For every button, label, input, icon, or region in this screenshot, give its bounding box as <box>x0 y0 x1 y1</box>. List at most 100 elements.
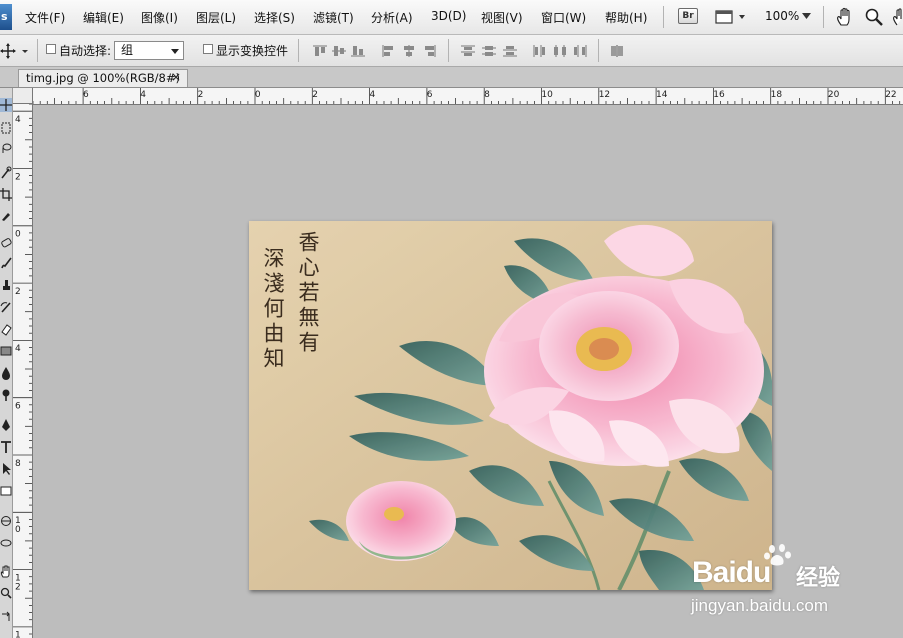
blur-tool-icon[interactable] <box>0 366 12 380</box>
bridge-button[interactable]: Br <box>678 8 698 24</box>
menu-separator <box>663 6 664 28</box>
menu-edit[interactable]: 编辑(E) <box>83 9 124 26</box>
lasso-tool-icon[interactable] <box>0 141 12 155</box>
watermark-url: jingyan.baidu.com <box>691 596 829 615</box>
distribute-bottom-icon[interactable] <box>502 44 518 58</box>
distribute-top-icon[interactable] <box>460 44 476 58</box>
align-vcenter-icon[interactable] <box>331 44 347 58</box>
options-separator <box>298 39 299 62</box>
vertical-ruler[interactable]: 420246810121 <box>13 104 33 638</box>
distribute-right-icon[interactable] <box>572 44 588 58</box>
horizontal-ruler[interactable]: 6 4 2 0 2 4 6 8 10 12 14 16 18 20 22 <box>33 88 903 105</box>
menu-window[interactable]: 窗口(W) <box>541 9 586 26</box>
zoom-tool-icon[interactable] <box>864 7 884 27</box>
marquee-tool-icon[interactable] <box>0 121 12 135</box>
screen-mode-button[interactable] <box>712 6 748 28</box>
auto-select-dropdown[interactable]: 组 <box>114 41 184 60</box>
zoom-level[interactable]: 100% <box>765 9 799 23</box>
ruler-label: 0 <box>255 90 261 100</box>
quick-selection-tool-icon[interactable] <box>0 166 12 180</box>
document-tab[interactable]: timg.jpg @ 100%(RGB/8#) × <box>18 69 188 87</box>
ruler-label: 4 <box>15 115 21 125</box>
swap-colors-icon[interactable] <box>0 610 12 624</box>
ruler-label: 18 <box>771 90 783 100</box>
distribute-vcenter-icon[interactable] <box>481 44 497 58</box>
ruler-label: 4 <box>15 344 21 354</box>
show-transform-checkbox[interactable] <box>203 44 213 54</box>
hand-icon[interactable] <box>0 564 12 578</box>
auto-align-layers-icon[interactable] <box>609 44 625 58</box>
eyedropper-tool-icon[interactable] <box>0 208 12 222</box>
ruler-label: 2 <box>15 172 21 182</box>
type-tool-icon[interactable] <box>0 440 12 454</box>
3d-rotate-tool-icon[interactable] <box>0 514 12 528</box>
photoshop-logo[interactable]: s <box>0 4 12 30</box>
eraser-tool-icon[interactable] <box>0 322 12 336</box>
ruler-label: 16 <box>713 90 725 100</box>
menu-select[interactable]: 选择(S) <box>254 9 295 26</box>
ruler-label: 2 <box>198 90 204 100</box>
align-top-icon[interactable] <box>312 44 328 58</box>
ruler-label: 12 <box>599 90 610 100</box>
ruler-label: 6 <box>15 402 21 412</box>
align-hcenter-icon[interactable] <box>401 44 417 58</box>
menu-filter[interactable]: 滤镜(T) <box>313 9 354 26</box>
shape-tool-icon[interactable] <box>0 484 12 498</box>
ruler-label: 4 <box>370 90 376 100</box>
ruler-label: 20 <box>828 90 840 100</box>
watermark-brand: Baidu <box>692 556 771 589</box>
history-brush-tool-icon[interactable] <box>0 300 12 314</box>
align-right-icon[interactable] <box>421 44 437 58</box>
healing-brush-tool-icon[interactable] <box>0 236 12 250</box>
menu-help[interactable]: 帮助(H) <box>605 9 647 26</box>
distribute-hcenter-icon[interactable] <box>552 44 568 58</box>
peony-painting <box>249 221 772 590</box>
ruler-label: 14 <box>656 90 668 100</box>
3d-orbit-tool-icon[interactable] <box>0 536 12 550</box>
vertical-ruler-ticks: 420246810121 <box>13 104 32 638</box>
menu-analysis[interactable]: 分析(A) <box>371 9 413 26</box>
menu-file[interactable]: 文件(F) <box>25 9 65 26</box>
ruler-label: 10 <box>541 90 553 100</box>
menu-3d[interactable]: 3D(D) <box>431 9 466 23</box>
distribute-left-icon[interactable] <box>532 44 548 58</box>
ruler-label: 22 <box>885 90 896 100</box>
menu-image[interactable]: 图像(I) <box>141 9 178 26</box>
screen-mode-icon <box>715 10 745 24</box>
rotate-view-icon[interactable] <box>892 7 903 27</box>
options-separator <box>598 39 599 62</box>
crop-tool-icon[interactable] <box>0 188 12 202</box>
align-bottom-icon[interactable] <box>350 44 366 58</box>
menu-view[interactable]: 视图(V) <box>481 9 523 26</box>
options-separator <box>448 39 449 62</box>
zoom-icon[interactable] <box>0 586 12 600</box>
document-image[interactable]: 香心若無有 深淺何由知 <box>249 221 772 590</box>
ruler-label: 0 <box>15 525 21 535</box>
auto-select-label: 自动选择: <box>59 44 112 58</box>
document-tab-title: timg.jpg @ 100%(RGB/8#) <box>26 71 180 85</box>
auto-select-checkbox[interactable] <box>46 44 56 54</box>
gradient-tool-icon[interactable] <box>0 344 12 358</box>
align-left-icon[interactable] <box>381 44 397 58</box>
ruler-label: 1 <box>15 631 21 638</box>
ruler-label: 2 <box>15 287 21 297</box>
ruler-origin[interactable] <box>13 88 33 104</box>
menu-layer[interactable]: 图层(L) <box>196 9 236 26</box>
ruler-label: 8 <box>15 459 21 469</box>
pen-tool-icon[interactable] <box>0 418 12 432</box>
path-selection-tool-icon[interactable] <box>0 462 12 476</box>
move-tool-preset-icon[interactable] <box>0 42 32 60</box>
ruler-label: 6 <box>427 90 433 100</box>
watermark-cn: 经验 <box>796 566 841 591</box>
chevron-down-icon <box>171 49 179 54</box>
move-tool-icon[interactable] <box>0 98 12 112</box>
zoom-dropdown-icon[interactable] <box>802 13 811 19</box>
brush-tool-icon[interactable] <box>0 256 12 270</box>
poem-column-left: 深淺何由知 <box>261 247 285 372</box>
ruler-label: 2 <box>312 90 318 100</box>
dodge-tool-icon[interactable] <box>0 388 12 402</box>
document-tab-bar: timg.jpg @ 100%(RGB/8#) × <box>0 67 903 88</box>
close-icon[interactable]: × <box>171 70 181 84</box>
hand-tool-icon[interactable] <box>835 7 855 27</box>
clone-stamp-tool-icon[interactable] <box>0 278 12 292</box>
